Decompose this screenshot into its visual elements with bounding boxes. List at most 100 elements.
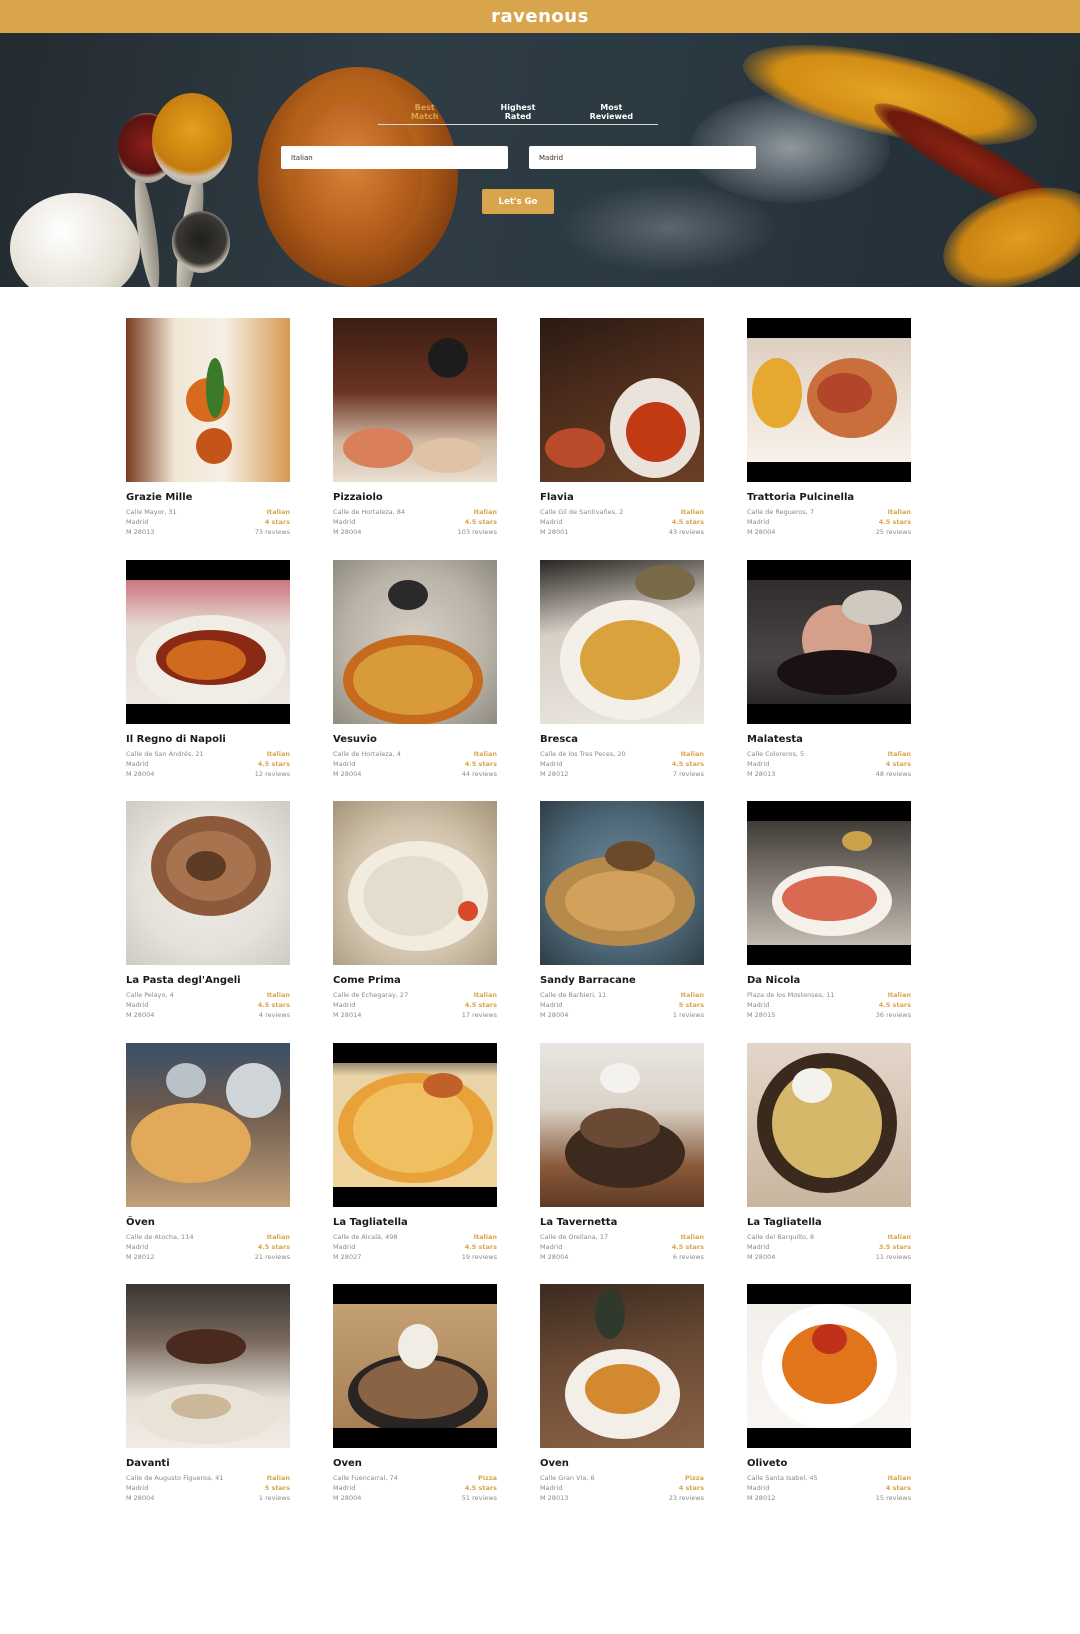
business-info: Calle de Barbieri, 11 Madrid M 28004 Italia…: [540, 990, 704, 1020]
business-info: Calle de Regueros, 7 Madrid M 28004 Italian…: [747, 507, 911, 537]
hero-garlic-image: [10, 193, 140, 287]
business-info: Calle Mayor, 31 Madrid M 28013 Italian 4 sta…: [126, 507, 290, 537]
business-photo[interactable]: [333, 559, 497, 724]
address-zip: M 28013: [126, 528, 155, 536]
business-photo[interactable]: [747, 1042, 911, 1207]
business-rating: 5 stars: [264, 1484, 290, 1492]
business-address: Calle Fuencarral, 74 Madrid M 28004: [333, 1473, 451, 1503]
business-photo[interactable]: [747, 1284, 911, 1448]
business-card[interactable]: Come Prima Calle de Echegaray, 27 Madrid M …: [333, 801, 497, 1043]
business-card[interactable]: Oven Calle Gran Vía, 6 Madrid M 28013 Pizza 4…: [540, 1284, 704, 1526]
business-address: Calle Pelayo, 4 Madrid M 28004: [126, 990, 244, 1020]
business-rating: 4 stars: [885, 759, 911, 768]
business-photo[interactable]: [540, 559, 704, 724]
business-photo[interactable]: [126, 1042, 290, 1207]
business-reviews: Italian 4.5 stars 6 reviews: [672, 1232, 704, 1262]
business-card[interactable]: Oliveto Calle Santa Isabel, 45 Madrid M 280…: [747, 1284, 911, 1526]
business-photo[interactable]: [126, 318, 290, 482]
photo-detail: [388, 579, 428, 610]
review-count: 19 reviews: [461, 1252, 497, 1261]
business-reviews: Italian 4.5 stars 21 reviews: [255, 1232, 290, 1262]
business-reviews: Pizza 4.5 stars 51 reviews: [462, 1473, 497, 1503]
business-card[interactable]: Bresca Calle de los Tres Peces, 20 Madrid M…: [540, 559, 704, 802]
business-photo[interactable]: [747, 559, 911, 724]
business-card[interactable]: Trattoria Pulcinella Calle de Regueros, 7…: [747, 318, 911, 560]
tab-most-reviewed[interactable]: Most Reviewed: [565, 103, 658, 124]
address-zip: M 28004: [540, 1011, 569, 1019]
address-city: Madrid: [747, 1242, 770, 1251]
business-card[interactable]: Pizzaiolo Calle de Hortaleza, 84 Madrid M 2…: [333, 318, 497, 560]
address-street: Plaza de los Mostenses, 11: [747, 991, 835, 999]
hero-bowl-inner: [292, 103, 422, 253]
business-photo[interactable]: [126, 559, 290, 724]
business-category: Italian: [473, 508, 497, 516]
business-rating: 4.5 stars: [464, 759, 497, 768]
business-card[interactable]: La Tagliatella Calle de Alcalá, 498 Madrid…: [333, 1042, 497, 1285]
lets-go-button[interactable]: Let's Go: [482, 189, 554, 214]
business-reviews: Italian 4.5 stars 36 reviews: [876, 990, 911, 1020]
review-count: 103 reviews: [457, 528, 497, 536]
photo-detail: [585, 1364, 660, 1414]
business-photo[interactable]: [540, 1042, 704, 1207]
business-reviews: Italian 4.5 stars 7 reviews: [672, 749, 704, 779]
review-count: 43 reviews: [668, 528, 704, 536]
business-card[interactable]: La Tavernetta Calle de Orellana, 17 Madrid…: [540, 1042, 704, 1285]
tab-best-match[interactable]: Best Match: [378, 103, 471, 124]
business-rating: 4.5 stars: [878, 1001, 911, 1009]
business-card[interactable]: Davanti Calle de Augusto Figueroa, 41 Madr…: [126, 1284, 290, 1526]
address-street: Calle Gil de Santivañes, 2: [540, 508, 624, 516]
tab-highest-rated[interactable]: Highest Rated: [471, 103, 564, 124]
business-photo[interactable]: [747, 318, 911, 482]
address-street: Calle de los Tres Peces, 20: [540, 749, 626, 758]
business-card[interactable]: Da Nicola Plaza de los Mostenses, 11 Madri…: [747, 801, 911, 1043]
business-card[interactable]: Ôven Calle de Atocha, 114 Madrid M 28012 Ita…: [126, 1042, 290, 1285]
business-category: Italian: [680, 749, 704, 758]
business-card[interactable]: Sandy Barracane Calle de Barbieri, 11 Madr…: [540, 801, 704, 1043]
business-card[interactable]: La Pasta degl'Angeli Calle Pelayo, 4 Madri…: [126, 801, 290, 1043]
business-category: Italian: [266, 749, 290, 758]
business-rating: 4.5 stars: [257, 759, 290, 768]
address-zip: M 28004: [747, 1252, 776, 1261]
business-photo[interactable]: [333, 318, 497, 482]
review-count: 11 reviews: [875, 1252, 911, 1261]
business-name: Grazie Mille: [126, 492, 193, 503]
business-name: Oliveto: [747, 1458, 788, 1469]
review-count: 73 reviews: [254, 528, 290, 536]
business-photo[interactable]: [333, 1042, 497, 1207]
business-photo[interactable]: [126, 801, 290, 965]
business-address: Calle de los Tres Peces, 20 Madrid M 28012: [540, 749, 658, 779]
review-count: 36 reviews: [875, 1011, 911, 1019]
business-photo[interactable]: [747, 801, 911, 965]
address-zip: M 28004: [126, 769, 155, 778]
business-card[interactable]: Malatesta Calle Coloreros, 5 Madrid M 28013…: [747, 559, 911, 802]
business-address: Calle Gil de Santivañes, 2 Madrid M 28001: [540, 507, 658, 537]
app-logo[interactable]: ravenous: [491, 6, 589, 27]
photo-detail: [413, 438, 483, 473]
address-street: Calle de Alcalá, 498: [333, 1232, 398, 1241]
address-city: Madrid: [747, 759, 770, 768]
business-info: Calle Gran Vía, 6 Madrid M 28013 Pizza 4 sta…: [540, 1473, 704, 1503]
search-term-input[interactable]: [281, 146, 508, 169]
business-photo[interactable]: [126, 1284, 290, 1448]
business-category: Pizza: [685, 1474, 704, 1482]
address-city: Madrid: [540, 1484, 563, 1492]
business-card[interactable]: Oven Calle Fuencarral, 74 Madrid M 28004 Piz…: [333, 1284, 497, 1526]
business-name: Vesuvio: [333, 733, 377, 745]
address-street: Calle del Barquillo, 8: [747, 1232, 815, 1241]
business-card[interactable]: Flavia Calle Gil de Santivañes, 2 Madrid M …: [540, 318, 704, 560]
address-city: Madrid: [747, 1484, 770, 1492]
business-card[interactable]: Vesuvio Calle de Hortaleza, 4 Madrid M 2800…: [333, 559, 497, 802]
business-card[interactable]: Grazie Mille Calle Mayor, 31 Madrid M 28013…: [126, 318, 290, 560]
search-location-input[interactable]: [529, 146, 756, 169]
business-photo[interactable]: [540, 801, 704, 965]
business-photo[interactable]: [540, 318, 704, 482]
business-category: Italian: [266, 1474, 290, 1482]
business-card[interactable]: Il Regno di Napoli Calle de San Andrés, 2…: [126, 559, 290, 802]
address-zip: M 28004: [333, 1494, 362, 1502]
business-photo[interactable]: [333, 1284, 497, 1448]
business-reviews: Italian 4 stars 48 reviews: [876, 749, 911, 779]
business-photo[interactable]: [540, 1284, 704, 1448]
business-photo[interactable]: [333, 801, 497, 965]
address-city: Madrid: [333, 1001, 356, 1009]
business-card[interactable]: La Tagliatella Calle del Barquillo, 8 Madr…: [747, 1042, 911, 1285]
